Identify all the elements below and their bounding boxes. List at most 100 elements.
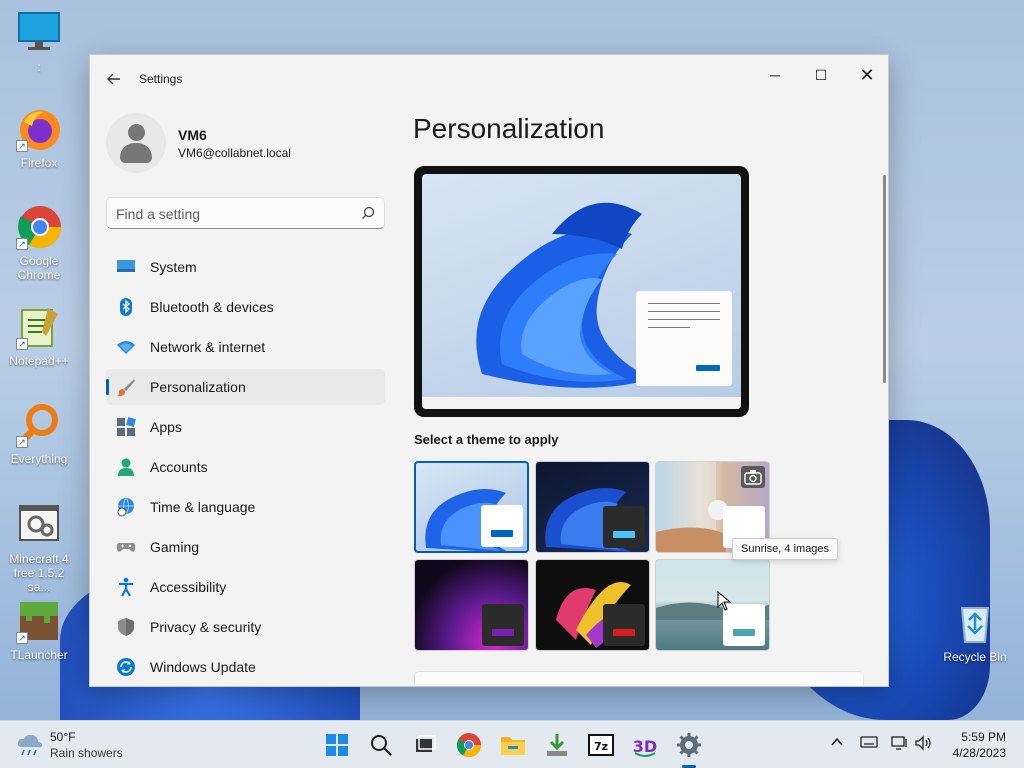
theme-glow[interactable] [414, 559, 529, 651]
clock-time[interactable]: 5:59 PM [946, 730, 1006, 744]
taskbar-download-app[interactable] [541, 729, 573, 761]
desktop-icon-recycle-bin[interactable]: Recycle Bin [940, 600, 1010, 664]
sidebar-item-personalization[interactable]: Personalization [106, 369, 385, 405]
taskbar-3d-viewer[interactable]: 3D [629, 729, 661, 761]
desktop-icon-label: Notepad++ [9, 354, 69, 368]
weather-desc[interactable]: Rain showers [50, 746, 123, 760]
3d-viewer-icon: 3D [633, 737, 657, 757]
taskbar-file-explorer[interactable] [497, 729, 529, 761]
sidebar-item-label: Privacy & security [150, 619, 262, 635]
rain-cloud-icon[interactable] [16, 733, 44, 757]
notepad-plus-plus-icon: ↗ [16, 304, 62, 350]
task-view-icon [416, 735, 436, 752]
sidebar-item-label: Network & internet [150, 339, 266, 355]
sidebar-item-label: Accessibility [150, 579, 227, 595]
avatar-head [128, 124, 145, 141]
installer-icon [16, 502, 62, 548]
sidebar-item-time-language[interactable]: Time & language [106, 489, 385, 525]
theme-sunrise[interactable] [655, 559, 770, 651]
chrome-icon [456, 733, 481, 758]
theme-windows-dark[interactable] [535, 461, 650, 553]
apps-icon [117, 417, 136, 436]
desktop-icon-firefox[interactable]: ↗ Firefox [4, 106, 74, 170]
settings-card[interactable] [414, 671, 864, 686]
maximize-button[interactable]: ☐ [798, 61, 844, 89]
update-icon [117, 658, 135, 676]
taskbar: 50°F Rain showers 7z 3D 5:59 PM 4/28/202… [0, 720, 1024, 768]
page-title: Personalization [413, 113, 605, 144]
taskbar-chrome[interactable] [453, 729, 485, 761]
taskbar-7zip[interactable]: 7z [585, 729, 617, 761]
sidebar-item-label: System [150, 259, 197, 275]
search-icon[interactable] [361, 206, 375, 220]
sidebar-item-accounts[interactable]: Accounts [106, 449, 385, 485]
avatar-body [120, 143, 152, 163]
desktop-icon-label: TLauncher [10, 648, 68, 662]
bluetooth-icon [120, 298, 132, 316]
desktop-icon-label: Recycle Bin [943, 650, 1007, 664]
desktop-icon-label: Firefox [20, 156, 58, 170]
preview-line [648, 311, 720, 312]
theme-tooltip: Sunrise, 4 images [732, 538, 839, 560]
theme-grid [414, 461, 770, 653]
theme-swatch [481, 505, 523, 547]
desktop-icon-tlauncher[interactable]: ↗ TLauncher [4, 598, 74, 662]
sidebar-item-privacy-security[interactable]: Privacy & security [106, 609, 385, 645]
file-explorer-icon [501, 737, 525, 755]
swatch-accent [613, 531, 635, 538]
chevron-up-icon[interactable] [830, 735, 844, 752]
taskbar-search-button[interactable] [365, 729, 397, 761]
scrollbar[interactable] [883, 175, 886, 383]
sidebar-item-system[interactable]: System [106, 249, 385, 285]
sidebar-item-apps[interactable]: Apps [106, 409, 385, 445]
search-icon [371, 735, 392, 756]
desktop-icon-label: Minecraft 4 free 1.5.2 sa... [9, 552, 69, 594]
desktop-icon-label: Everything [10, 452, 68, 466]
desktop-icon-this-pc[interactable]: : [4, 10, 74, 74]
monitor-icon [16, 10, 62, 56]
sidebar-nav: System Bluetooth & devices Network & int… [106, 249, 385, 686]
sidebar-item-windows-update[interactable]: Windows Update [106, 649, 385, 685]
gamepad-icon [116, 543, 136, 552]
avatar[interactable] [106, 113, 166, 173]
wifi-icon [117, 341, 135, 354]
swatch-accent [733, 531, 755, 538]
monitor-icon [117, 260, 135, 272]
network-icon[interactable] [891, 735, 909, 754]
theme-swatch [603, 506, 645, 548]
taskbar-settings[interactable] [673, 729, 705, 768]
desktop-icon-notepad-plus-plus[interactable]: ↗ Notepad++ [4, 304, 74, 368]
clock-date[interactable]: 4/28/2023 [946, 746, 1006, 760]
desktop-icon-minecraft-installer[interactable]: Minecraft 4 free 1.5.2 sa... [4, 502, 74, 594]
theme-preview [414, 166, 749, 417]
keyboard-icon[interactable] [860, 735, 878, 752]
volume-icon[interactable] [914, 735, 934, 754]
preview-dialog [636, 291, 732, 386]
app-title: Settings [139, 72, 183, 86]
back-button[interactable] [104, 69, 124, 89]
preview-line [648, 319, 720, 320]
desktop-icon-google-chrome[interactable]: ↗ Google Chrome [4, 204, 74, 282]
settings-window: Settings ─ ☐ ✕ VM6 VM6@collabnet.local S… [89, 54, 889, 687]
desktop-icon-everything[interactable]: ↗ Everything [4, 402, 74, 466]
title-bar[interactable]: Settings ─ ☐ ✕ [90, 55, 888, 103]
theme-windows-light[interactable] [414, 461, 529, 553]
globe-clock-icon [117, 497, 134, 517]
minimize-button[interactable]: ─ [752, 61, 798, 89]
weather-temp[interactable]: 50°F [50, 730, 75, 744]
sidebar-item-network-internet[interactable]: Network & internet [106, 329, 385, 365]
sidebar-item-accessibility[interactable]: Accessibility [106, 569, 385, 605]
sidebar-item-bluetooth-devices[interactable]: Bluetooth & devices [106, 289, 385, 325]
desktop-icon-label: Google Chrome [17, 254, 61, 282]
sidebar-item-label: Time & language [150, 499, 256, 515]
start-button[interactable] [321, 729, 353, 761]
close-button[interactable]: ✕ [844, 61, 888, 89]
sidebar-item-label: Personalization [150, 379, 246, 395]
mouse-cursor-icon [717, 591, 731, 611]
task-view-button[interactable] [409, 729, 441, 761]
person-icon [118, 458, 134, 476]
search-input[interactable] [116, 204, 356, 224]
sidebar-item-gaming[interactable]: Gaming [106, 529, 385, 565]
search-box[interactable] [106, 197, 385, 229]
theme-flow[interactable] [535, 559, 650, 651]
